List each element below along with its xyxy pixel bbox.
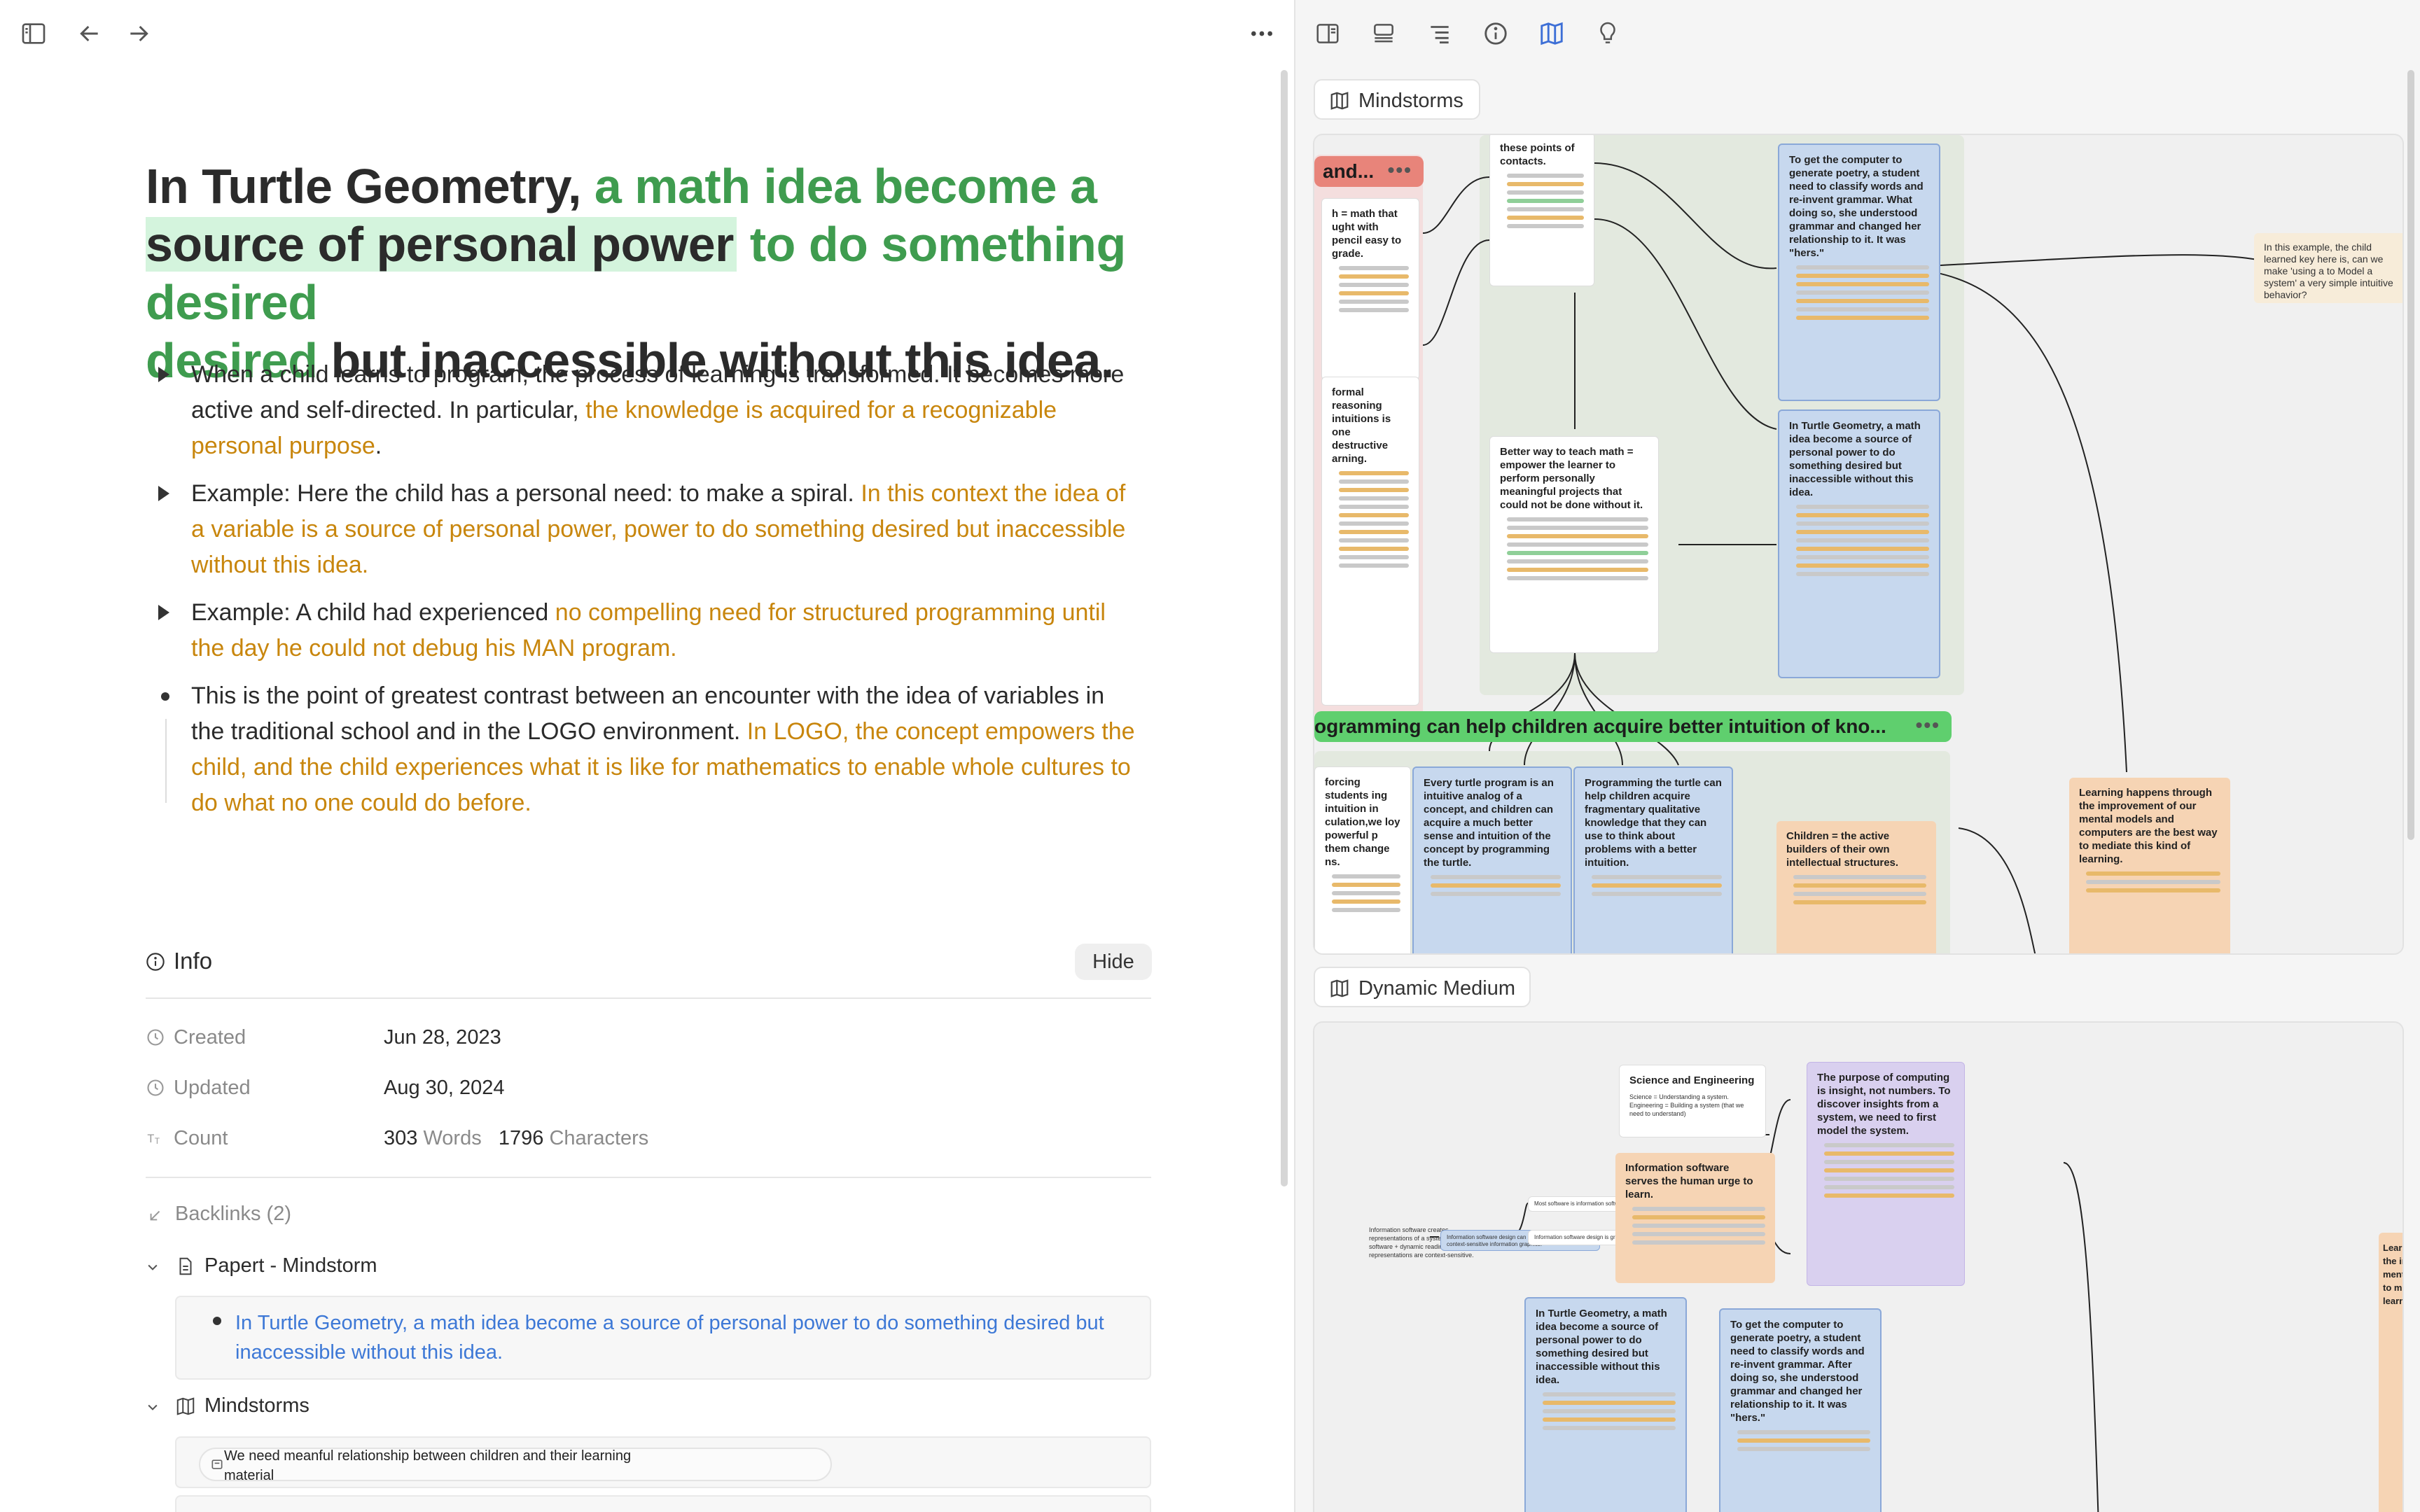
divider: [146, 1177, 1151, 1178]
count-value: 303 Words 1796 Characters: [384, 1127, 649, 1149]
bullet-dot-icon: [161, 692, 169, 701]
more-options-icon[interactable]: [1245, 17, 1279, 50]
count-row: TT Count 303 Words 1796 Characters: [146, 1121, 1151, 1156]
canvas-card[interactable]: Science and Engineering Science = Unders…: [1619, 1065, 1766, 1138]
note-pane: In Turtle Geometry, a math idea become a…: [0, 0, 1294, 1512]
indent-guide: [165, 719, 167, 803]
backlinks-header[interactable]: Backlinks (2): [146, 1203, 291, 1226]
collapse-toggle-icon[interactable]: [158, 486, 169, 501]
info-heading: Info: [174, 948, 213, 974]
board-label-mindstorms[interactable]: Mindstorms: [1314, 79, 1480, 120]
card-icon: [211, 1460, 223, 1469]
canvas-card[interactable]: Learn the imp menta to me learni: [2379, 1233, 2402, 1512]
divider: [146, 997, 1151, 999]
scrollbar[interactable]: [2407, 70, 2414, 840]
svg-text:T: T: [147, 1133, 154, 1145]
backlink-chip[interactable]: We need meanful relationship between chi…: [199, 1448, 832, 1483]
canvas-card[interactable]: To get the computer to generate poetry, …: [1778, 144, 1940, 401]
canvas-card[interactable]: To get the computer to generate poetry, …: [1719, 1308, 1882, 1512]
chevron-down-icon[interactable]: [146, 1400, 160, 1414]
info-icon[interactable]: [1479, 17, 1512, 50]
clock-icon: [147, 1029, 164, 1046]
map-book-icon: [176, 1397, 195, 1415]
title-highlight: a math idea become a: [594, 159, 1097, 214]
updated-date: Aug 30, 2024: [384, 1077, 505, 1099]
canvas-card[interactable]: formal reasoning intuitions is one destr…: [1321, 377, 1419, 706]
canvas-card[interactable]: Information software serves the human ur…: [1615, 1153, 1775, 1283]
list-item[interactable]: Example: Here the child has a personal n…: [146, 476, 1140, 583]
document-icon: [179, 1257, 192, 1275]
back-arrow-icon[interactable]: [73, 17, 106, 50]
text-size-icon: TT: [147, 1133, 160, 1146]
canvas-card[interactable]: Learning happens through the improvement…: [2069, 778, 2230, 953]
board-label-dynamic-medium[interactable]: Dynamic Medium: [1314, 967, 1531, 1007]
list-item[interactable]: This is the point of greatest contrast b…: [146, 678, 1140, 821]
created-row: Created Jun 28, 2023: [146, 1021, 1151, 1056]
map-book-icon: [1330, 92, 1349, 110]
list-item[interactable]: Example: A child had experienced no comp…: [146, 595, 1140, 666]
canvas-card[interactable]: Every turtle program is an intuitive ana…: [1412, 766, 1572, 953]
info-header: Info: [146, 944, 1151, 981]
backlink-link[interactable]: In Turtle Geometry, a math idea become a…: [235, 1308, 1132, 1367]
list-item[interactable]: When a child learns to program, the proc…: [146, 357, 1140, 464]
updated-row: Updated Aug 30, 2024: [146, 1071, 1151, 1106]
collapse-toggle-icon[interactable]: [158, 605, 169, 620]
canvas-card[interactable]: Programming the turtle can help children…: [1573, 766, 1733, 953]
canvas-card[interactable]: In Turtle Geometry, a math idea become a…: [1524, 1297, 1687, 1512]
canvas-group-header[interactable]: and... •••: [1314, 156, 1424, 187]
split-view-icon[interactable]: [1311, 17, 1344, 50]
forward-arrow-icon[interactable]: [122, 17, 155, 50]
backlink-card[interactable]: We need meanful relationship between chi…: [175, 1436, 1151, 1488]
collapse-toggle-icon[interactable]: [158, 367, 169, 382]
backlink-card[interactable]: [175, 1495, 1151, 1512]
title-highlight-marked: source of personal power: [146, 217, 737, 272]
canvas-card[interactable]: In this example, the child learned key h…: [2254, 233, 2402, 303]
canvas-card[interactable]: In Turtle Geometry, a math idea become a…: [1778, 410, 1940, 678]
sidebar-toggle-icon[interactable]: [17, 17, 50, 50]
bullet-dot-icon: [213, 1317, 221, 1325]
info-icon: [146, 953, 165, 971]
note-body: When a child learns to program, the proc…: [146, 357, 1140, 833]
backlink-card[interactable]: In Turtle Geometry, a math idea become a…: [175, 1296, 1151, 1380]
note-title[interactable]: In Turtle Geometry, a math idea become a…: [146, 158, 1168, 390]
canvas-card[interactable]: forcing students ing intuition in culati…: [1314, 766, 1411, 953]
outline-list-icon[interactable]: [1423, 17, 1456, 50]
map-book-icon: [1330, 979, 1349, 997]
created-date: Jun 28, 2023: [384, 1026, 501, 1049]
canvas-card[interactable]: these points of contacts.: [1489, 135, 1594, 286]
lightbulb-icon[interactable]: [1591, 17, 1625, 50]
canvas-card[interactable]: Children = the active builders of their …: [1776, 821, 1936, 953]
canvas-board-mindstorms[interactable]: and... ••• h = math that ught with penci…: [1313, 134, 2404, 955]
canvas-card[interactable]: h = math that ught with pencil easy to g…: [1321, 198, 1419, 380]
backlink-arrow-icon: [150, 1210, 160, 1221]
svg-text:T: T: [155, 1137, 160, 1146]
clock-icon: [147, 1079, 164, 1096]
canvas-card[interactable]: Better way to teach math = empower the l…: [1489, 436, 1659, 653]
canvas-board-dynamic-medium[interactable]: Information software creates representat…: [1313, 1021, 2404, 1512]
chevron-down-icon[interactable]: [146, 1260, 160, 1274]
map-book-icon[interactable]: [1535, 17, 1569, 50]
more-options-icon[interactable]: •••: [1916, 714, 1940, 736]
scrollbar[interactable]: [1281, 70, 1288, 1186]
canvas-card[interactable]: The purpose of computing is insight, not…: [1807, 1062, 1965, 1286]
hide-info-button[interactable]: Hide: [1075, 944, 1152, 980]
canvas-group-header[interactable]: ogramming can help children acquire bett…: [1314, 711, 1952, 742]
title-text: In Turtle Geometry,: [146, 159, 594, 214]
canvas-pane: Mindstorms and... ••• h = math that ught…: [1295, 0, 2420, 1512]
stack-view-icon[interactable]: [1367, 17, 1400, 50]
more-options-icon[interactable]: •••: [1388, 159, 1412, 181]
